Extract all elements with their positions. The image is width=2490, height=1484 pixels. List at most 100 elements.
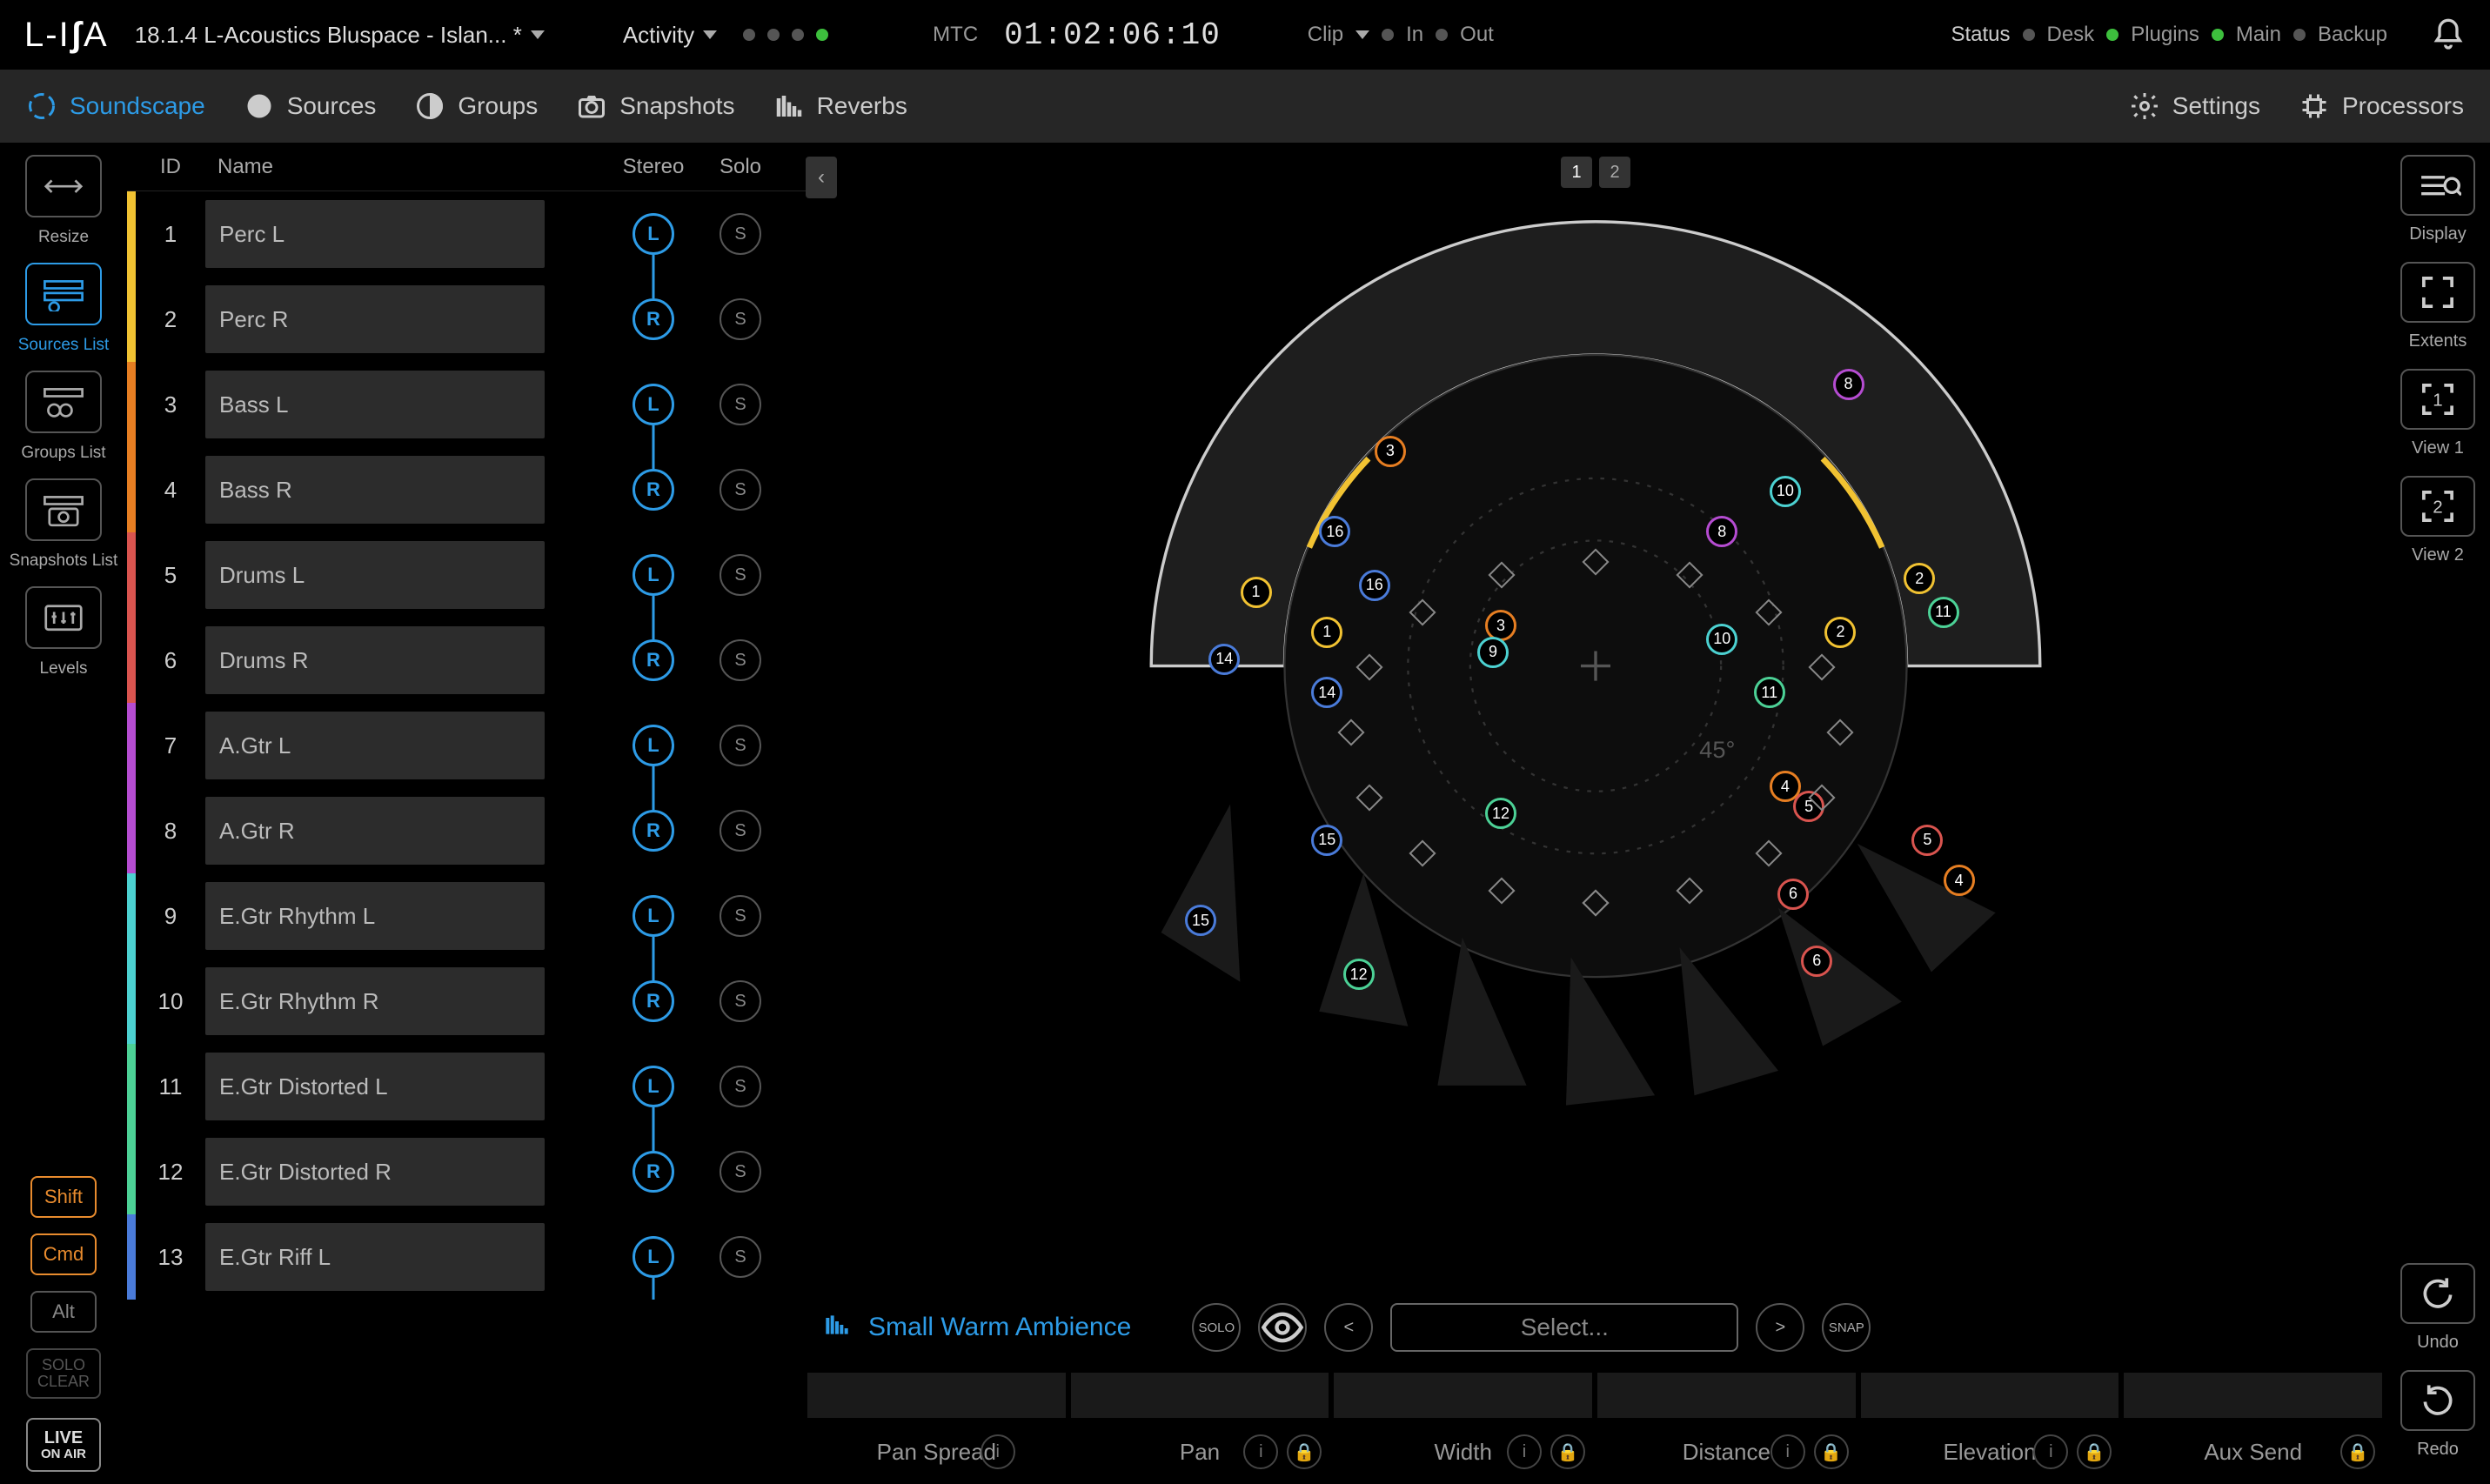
source-node[interactable]: 5 bbox=[1911, 825, 1943, 856]
stereo-link[interactable]: L bbox=[606, 1066, 701, 1107]
shift-key-button[interactable]: Shift bbox=[30, 1176, 97, 1218]
stereo-link[interactable]: L bbox=[606, 1236, 701, 1278]
param-elevation[interactable]: Elevation🔒i bbox=[1859, 1371, 2123, 1484]
table-row[interactable]: 2 Perc R R S bbox=[127, 277, 780, 362]
table-row[interactable]: 12 E.Gtr Distorted R R S bbox=[127, 1129, 780, 1214]
row-name[interactable]: E.Gtr Riff L bbox=[205, 1223, 545, 1291]
display-button[interactable] bbox=[2400, 155, 2475, 216]
row-name[interactable]: Perc L bbox=[205, 200, 545, 268]
table-row[interactable]: 9 E.Gtr Rhythm L L S bbox=[127, 873, 780, 959]
bell-icon[interactable] bbox=[2431, 17, 2466, 52]
table-row[interactable]: 6 Drums R R S bbox=[127, 618, 780, 703]
param-panspread[interactable]: Pan Spreadi bbox=[806, 1371, 1069, 1484]
stereo-link[interactable]: R bbox=[606, 298, 701, 340]
solo-button[interactable]: S bbox=[720, 639, 761, 681]
reverb-name[interactable]: Small Warm Ambience bbox=[868, 1313, 1131, 1342]
source-node[interactable]: 15 bbox=[1311, 825, 1342, 856]
undo-button[interactable] bbox=[2400, 1263, 2475, 1324]
row-name[interactable]: E.Gtr Distorted L bbox=[205, 1053, 545, 1120]
table-row[interactable]: 13 E.Gtr Riff L L S bbox=[127, 1214, 780, 1300]
view2-button[interactable]: 2 bbox=[2400, 476, 2475, 537]
tab-reverbs[interactable]: Reverbs bbox=[773, 90, 907, 122]
solo-button[interactable]: SOLO bbox=[1192, 1303, 1241, 1352]
clip-menu[interactable]: Clip bbox=[1308, 23, 1343, 47]
source-node[interactable]: 16 bbox=[1319, 516, 1350, 547]
solo-button[interactable]: S bbox=[720, 725, 761, 766]
row-name[interactable]: E.Gtr Rhythm R bbox=[205, 967, 545, 1035]
row-name[interactable]: Perc R bbox=[205, 285, 545, 353]
source-node[interactable]: 12 bbox=[1485, 798, 1516, 829]
lock-icon[interactable]: 🔒 bbox=[1550, 1434, 1585, 1469]
stereo-link[interactable]: R bbox=[606, 1151, 701, 1193]
param-pan[interactable]: Pan🔒i bbox=[1069, 1371, 1333, 1484]
stereo-link[interactable]: R bbox=[606, 469, 701, 511]
lock-icon[interactable]: 🔒 bbox=[2077, 1434, 2112, 1469]
next-button[interactable]: > bbox=[1756, 1303, 1804, 1352]
row-name[interactable]: A.Gtr R bbox=[205, 797, 545, 865]
info-icon[interactable]: i bbox=[981, 1434, 1015, 1469]
select-dropdown[interactable]: Select... bbox=[1390, 1303, 1738, 1352]
row-name[interactable]: Bass R bbox=[205, 456, 545, 524]
source-node[interactable]: 1 bbox=[1241, 577, 1272, 608]
solo-button[interactable]: S bbox=[720, 1236, 761, 1278]
list-body[interactable]: 1 Perc L L S 2 Perc R R S 3 Bass L L S 4… bbox=[127, 191, 806, 1300]
snapshots-list-button[interactable] bbox=[25, 478, 102, 541]
source-node[interactable]: 6 bbox=[1801, 946, 1832, 977]
source-node[interactable]: 6 bbox=[1777, 879, 1809, 910]
source-node[interactable]: 2 bbox=[1904, 563, 1935, 594]
visibility-button[interactable] bbox=[1258, 1303, 1307, 1352]
extents-button[interactable] bbox=[2400, 262, 2475, 323]
cmd-key-button[interactable]: Cmd bbox=[30, 1233, 97, 1275]
solo-button[interactable]: S bbox=[720, 298, 761, 340]
source-node[interactable]: 15 bbox=[1185, 905, 1216, 936]
row-name[interactable]: E.Gtr Distorted R bbox=[205, 1138, 545, 1206]
stereo-link[interactable]: L bbox=[606, 895, 701, 937]
project-menu[interactable]: 18.1.4 L-Acoustics Bluspace - Islan... * bbox=[135, 22, 545, 49]
stereo-link[interactable]: L bbox=[606, 213, 701, 255]
sources-list-button[interactable] bbox=[25, 263, 102, 325]
lock-icon[interactable]: 🔒 bbox=[1814, 1434, 1849, 1469]
param-width[interactable]: Width🔒i bbox=[1332, 1371, 1596, 1484]
source-node[interactable]: 10 bbox=[1706, 624, 1737, 655]
source-node[interactable]: 4 bbox=[1944, 865, 1975, 896]
table-row[interactable]: 5 Drums L L S bbox=[127, 532, 780, 618]
redo-button[interactable] bbox=[2400, 1370, 2475, 1431]
source-node[interactable]: 12 bbox=[1343, 959, 1375, 990]
source-node[interactable]: 8 bbox=[1706, 516, 1737, 547]
prev-button[interactable]: < bbox=[1324, 1303, 1373, 1352]
tab-groups[interactable]: Groups bbox=[414, 90, 538, 122]
tab-soundscape[interactable]: Soundscape bbox=[26, 90, 205, 122]
solo-button[interactable]: S bbox=[720, 213, 761, 255]
table-row[interactable]: 10 E.Gtr Rhythm R R S bbox=[127, 959, 780, 1044]
info-icon[interactable]: i bbox=[2033, 1434, 2068, 1469]
info-icon[interactable]: i bbox=[1507, 1434, 1542, 1469]
activity-menu[interactable]: Activity bbox=[623, 22, 717, 49]
table-row[interactable]: 3 Bass L L S bbox=[127, 362, 780, 447]
solo-button[interactable]: S bbox=[720, 384, 761, 425]
table-row[interactable]: 11 E.Gtr Distorted L L S bbox=[127, 1044, 780, 1129]
stereo-link[interactable]: L bbox=[606, 384, 701, 425]
source-node[interactable]: 3 bbox=[1375, 436, 1406, 467]
source-node[interactable]: 11 bbox=[1754, 677, 1785, 708]
source-node[interactable]: 9 bbox=[1477, 637, 1509, 668]
table-row[interactable]: 1 Perc L L S bbox=[127, 191, 780, 277]
tab-processors[interactable]: Processors bbox=[2299, 90, 2464, 122]
table-row[interactable]: 4 Bass R R S bbox=[127, 447, 780, 532]
row-name[interactable]: A.Gtr L bbox=[205, 712, 545, 779]
solo-button[interactable]: S bbox=[720, 895, 761, 937]
soundscape-canvas[interactable]: ‹ 1 2 bbox=[806, 143, 2386, 1484]
row-name[interactable]: Drums L bbox=[205, 541, 545, 609]
source-node[interactable]: 1 bbox=[1311, 617, 1342, 648]
stereo-link[interactable]: L bbox=[606, 725, 701, 766]
stereo-link[interactable]: R bbox=[606, 810, 701, 852]
live-button[interactable]: LIVE ON AIR bbox=[26, 1418, 101, 1472]
stereo-link[interactable]: R bbox=[606, 980, 701, 1022]
info-icon[interactable]: i bbox=[1243, 1434, 1278, 1469]
source-node[interactable]: 16 bbox=[1359, 570, 1390, 601]
row-name[interactable]: Bass L bbox=[205, 371, 545, 438]
solo-button[interactable]: S bbox=[720, 554, 761, 596]
table-row[interactable]: 7 A.Gtr L L S bbox=[127, 703, 780, 788]
param-distance[interactable]: Distance🔒i bbox=[1596, 1371, 1859, 1484]
source-node[interactable]: 10 bbox=[1770, 476, 1801, 507]
tab-snapshots[interactable]: Snapshots bbox=[576, 90, 734, 122]
